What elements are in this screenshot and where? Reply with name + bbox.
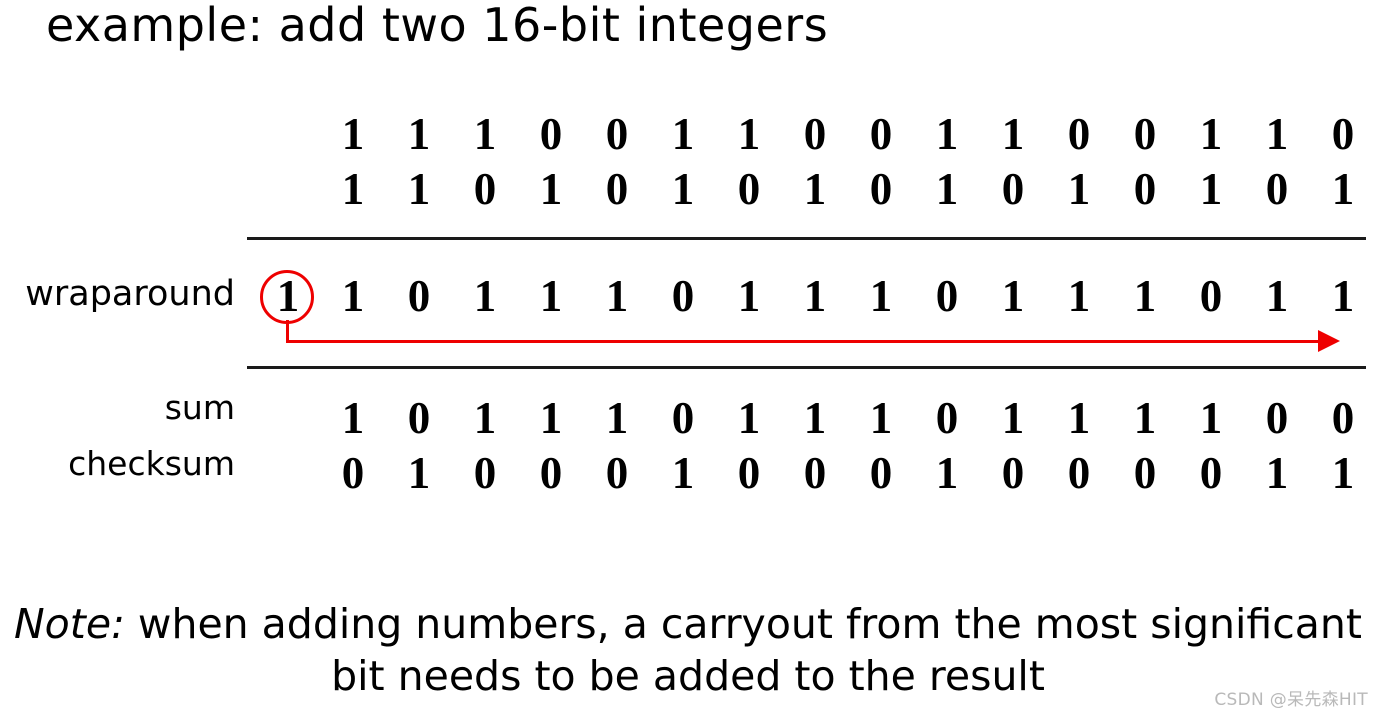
- bit-cell: 1: [473, 271, 497, 321]
- bit-cell: 0: [407, 393, 431, 443]
- bit-cell: 1: [1199, 109, 1223, 159]
- bit-row-addend2: 1101010101010101: [320, 163, 1376, 215]
- bit-cell: 0: [935, 393, 959, 443]
- bit-cell: 1: [869, 271, 893, 321]
- bit-cell: 1: [869, 393, 893, 443]
- bit-cell: 1: [1331, 164, 1355, 214]
- bit-cell: 1: [803, 271, 827, 321]
- bit-cell: 0: [605, 448, 629, 498]
- bit-cell: 1: [1331, 448, 1355, 498]
- bit-cell: 1: [341, 164, 365, 214]
- bit-cell: 0: [1199, 448, 1223, 498]
- bit-row-sum: 1011101110111100: [320, 392, 1376, 444]
- bit-cell: 1: [1133, 271, 1157, 321]
- bit-cell: 0: [869, 448, 893, 498]
- bit-cell: 0: [737, 164, 761, 214]
- bit-cell: 1: [671, 109, 695, 159]
- bit-cell: 0: [605, 109, 629, 159]
- wraparound-arrow-stem-vertical: [286, 320, 289, 342]
- bit-cell: 1: [1331, 271, 1355, 321]
- bit-cell: 0: [1331, 393, 1355, 443]
- bit-cell: 1: [605, 393, 629, 443]
- bit-cell: 1: [803, 164, 827, 214]
- bit-cell: 1: [341, 271, 365, 321]
- bit-cell: 1: [1001, 109, 1025, 159]
- bit-cell: 0: [803, 109, 827, 159]
- bit-row-addend1: 1110011001100110: [320, 108, 1376, 160]
- bit-cell: 0: [1001, 448, 1025, 498]
- bit-cell: 0: [671, 393, 695, 443]
- bit-cell: 1: [803, 393, 827, 443]
- bit-row-wraparound: 1011101110111011: [320, 270, 1376, 322]
- bit-cell: 1: [1199, 164, 1223, 214]
- bit-cell: 0: [1199, 271, 1223, 321]
- bit-cell: 1: [407, 448, 431, 498]
- bit-cell: 1: [935, 164, 959, 214]
- row-label-wraparound: wraparound: [25, 274, 235, 314]
- bit-cell: 1: [1133, 393, 1157, 443]
- binary-addition-worksheet: 1110011001100110 1101010101010101 1 1011…: [0, 0, 1376, 520]
- bit-cell: 1: [1067, 393, 1091, 443]
- bit-cell: 1: [737, 109, 761, 159]
- bit-cell: 1: [1067, 271, 1091, 321]
- bit-cell: 1: [1265, 271, 1289, 321]
- bit-cell: 1: [1001, 271, 1025, 321]
- bit-cell: 1: [737, 393, 761, 443]
- bit-cell: 0: [539, 109, 563, 159]
- bit-cell: 0: [605, 164, 629, 214]
- bit-cell: 1: [473, 109, 497, 159]
- bit-cell: 1: [473, 393, 497, 443]
- footnote: Note: when adding numbers, a carryout fr…: [0, 598, 1376, 702]
- bit-cell: 0: [935, 271, 959, 321]
- bit-cell: 0: [1133, 164, 1157, 214]
- bit-cell: 0: [1331, 109, 1355, 159]
- bit-cell: 0: [473, 164, 497, 214]
- bit-cell: 0: [1067, 109, 1091, 159]
- bit-cell: 1: [539, 393, 563, 443]
- bit-cell: 0: [869, 164, 893, 214]
- bit-cell: 0: [341, 448, 365, 498]
- wraparound-arrowhead-icon: [1318, 330, 1340, 352]
- bit-cell: 0: [1265, 164, 1289, 214]
- bit-cell: 1: [539, 164, 563, 214]
- bit-cell: 1: [341, 109, 365, 159]
- bit-cell: 1: [539, 271, 563, 321]
- bit-cell: 0: [671, 271, 695, 321]
- footnote-body: when adding numbers, a carryout from the…: [124, 600, 1362, 700]
- bit-cell: 0: [803, 448, 827, 498]
- bit-cell: 0: [869, 109, 893, 159]
- bit-cell: 1: [737, 271, 761, 321]
- watermark: CSDN @呆先森HIT: [1214, 690, 1368, 710]
- bit-cell: 0: [473, 448, 497, 498]
- bit-cell: 1: [671, 448, 695, 498]
- bit-cell: 0: [1265, 393, 1289, 443]
- bit-cell: 1: [1067, 164, 1091, 214]
- bit-cell: 1: [1199, 393, 1223, 443]
- bit-cell: 1: [935, 448, 959, 498]
- bit-row-checksum: 0100010001000011: [320, 447, 1376, 499]
- bit-cell: 0: [1001, 164, 1025, 214]
- divider-below-wraparound: [247, 366, 1366, 369]
- bit-cell: 1: [1265, 448, 1289, 498]
- bit-cell: 0: [539, 448, 563, 498]
- bit-cell: 1: [605, 271, 629, 321]
- bit-cell: 0: [1067, 448, 1091, 498]
- bit-cell: 0: [1133, 109, 1157, 159]
- bit-cell: 0: [737, 448, 761, 498]
- divider-above-wraparound: [247, 237, 1366, 240]
- bit-cell: 1: [1001, 393, 1025, 443]
- bit-cell: 1: [935, 109, 959, 159]
- row-label-checksum: checksum: [68, 444, 235, 483]
- bit-cell: 1: [407, 109, 431, 159]
- footnote-lead: Note:: [14, 600, 125, 648]
- bit-cell: 0: [407, 271, 431, 321]
- bit-cell: 1: [671, 164, 695, 214]
- carry-highlight-circle-icon: [260, 270, 314, 324]
- bit-cell: 1: [341, 393, 365, 443]
- row-label-sum: sum: [164, 388, 235, 427]
- bit-cell: 0: [1133, 448, 1157, 498]
- wraparound-arrow-stem-horizontal: [286, 340, 1328, 343]
- bit-cell: 1: [407, 164, 431, 214]
- bit-cell: 1: [1265, 109, 1289, 159]
